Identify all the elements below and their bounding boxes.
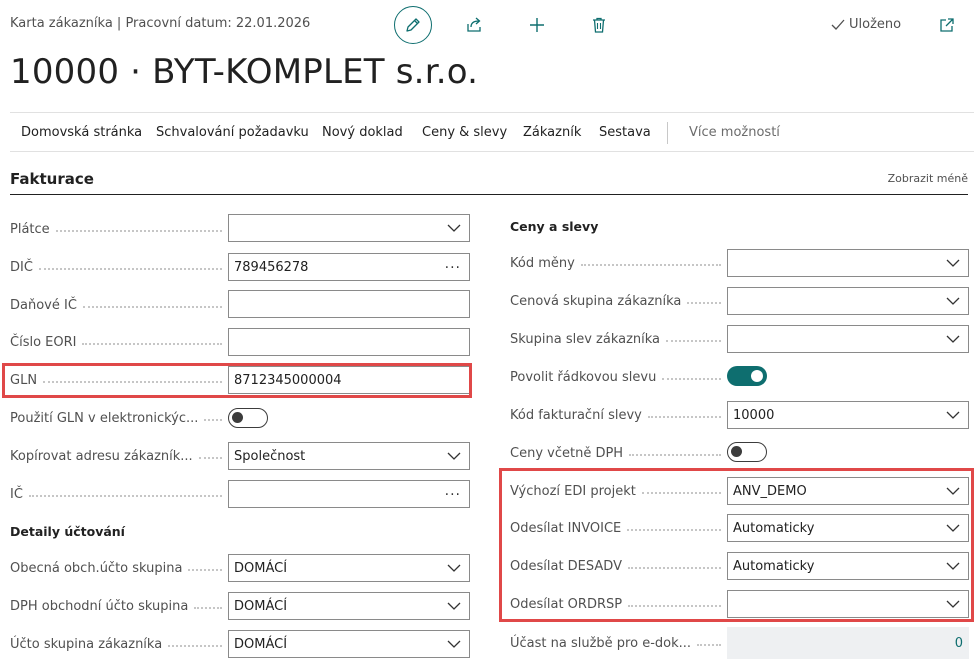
field-label-edi-project: Výchozí EDI projekt — [510, 481, 725, 501]
field-label-discount-group: Skupina slev zákazníka — [510, 329, 725, 349]
copy-address-dropdown[interactable]: Společnost — [228, 442, 470, 470]
action-prices-discounts[interactable]: Ceny & slevy — [422, 125, 507, 140]
reg-no-field[interactable]: ··· — [228, 480, 470, 508]
chevron-down-icon — [447, 640, 461, 648]
discount-group-dropdown[interactable] — [727, 325, 969, 353]
gen-bus-posting-dropdown[interactable]: DOMÁCÍ — [228, 554, 470, 582]
edi-project-value: ANV_DEMO — [733, 483, 807, 499]
plus-icon — [530, 18, 544, 32]
send-ordrsp-dropdown[interactable] — [727, 590, 969, 618]
saved-label: Uloženo — [849, 17, 902, 32]
page-title: 10000 · BYT-KOMPLET s.r.o. — [10, 52, 479, 92]
action-more-options[interactable]: Více možností — [689, 125, 780, 140]
posting-details-title: Detaily účtování — [10, 524, 125, 539]
field-label-send-ordrsp: Odesílat ORDRSP — [510, 594, 725, 614]
action-bar: Domovská stránka Schvalování požadavku N… — [10, 112, 974, 152]
pencil-icon — [406, 18, 420, 32]
eori-field[interactable] — [228, 328, 470, 356]
chevron-down-icon — [946, 562, 960, 570]
field-label-use-gln: Použití GLN v elektronickýc... — [10, 408, 226, 428]
send-invoice-dropdown[interactable]: Automaticky — [727, 514, 969, 542]
send-desadv-value: Automaticky — [733, 558, 815, 574]
action-new-document[interactable]: Nový doklad — [322, 125, 403, 140]
chevron-down-icon — [946, 335, 960, 343]
trash-icon — [593, 17, 605, 33]
vat-bus-posting-dropdown[interactable]: DOMÁCÍ — [228, 592, 470, 620]
action-approval-request[interactable]: Schvalování požadavku — [156, 125, 309, 140]
page-caption: Karta zákazníka | Pracovní datum: 22.01.… — [10, 16, 311, 31]
check-icon — [831, 19, 845, 30]
field-label-reg-no: IČ — [10, 484, 226, 504]
field-label-currency: Kód měny — [510, 253, 725, 273]
action-separator — [667, 122, 668, 144]
open-in-new-window-icon — [940, 18, 954, 32]
more-icon[interactable]: ··· — [445, 487, 461, 503]
chevron-down-icon — [447, 224, 461, 232]
field-label-send-invoice: Odesílat INVOICE — [510, 518, 725, 538]
field-label-send-desadv: Odesílat DESADV — [510, 556, 725, 576]
gen-bus-posting-value: DOMÁCÍ — [234, 560, 288, 576]
gln-field[interactable]: 8712345000004 — [228, 366, 470, 394]
share-icon — [467, 17, 481, 32]
customer-posting-dropdown[interactable]: DOMÁCÍ — [228, 630, 470, 658]
chevron-down-icon — [447, 602, 461, 610]
action-home[interactable]: Domovská stránka — [21, 125, 142, 140]
share-button[interactable] — [462, 13, 486, 37]
tax-id-field[interactable] — [228, 290, 470, 318]
line-discount-toggle[interactable] — [727, 366, 767, 386]
section-divider — [10, 194, 968, 195]
chevron-down-icon — [946, 600, 960, 608]
field-label-tax-id: Daňové IČ — [10, 295, 226, 315]
saved-status: Uloženo — [831, 17, 901, 32]
field-label-line-discount: Povolit řádkovou slevu — [510, 367, 725, 387]
einvoice-participation-value[interactable]: 0 — [727, 627, 969, 659]
invoice-discount-value: 10000 — [733, 407, 775, 423]
customer-posting-value: DOMÁCÍ — [234, 636, 288, 652]
invoice-discount-dropdown[interactable]: 10000 — [727, 401, 969, 429]
copy-address-value: Společnost — [234, 448, 306, 464]
vat-id-value: 789456278 — [234, 259, 309, 275]
chevron-down-icon — [946, 297, 960, 305]
chevron-down-icon — [946, 524, 960, 532]
action-report[interactable]: Sestava — [599, 125, 651, 140]
chevron-down-icon — [946, 259, 960, 267]
vat-bus-posting-value: DOMÁCÍ — [234, 598, 288, 614]
chevron-down-icon — [946, 487, 960, 495]
field-label-customer-posting: Účto skupina zákazníka — [10, 634, 226, 654]
field-label-copy-address: Kopírovat adresu zákazník... — [10, 446, 226, 466]
currency-dropdown[interactable] — [727, 249, 969, 277]
top-bar: Karta zákazníka | Pracovní datum: 22.01.… — [0, 0, 974, 50]
show-less-link[interactable]: Zobrazit méně — [888, 172, 968, 185]
chevron-down-icon — [447, 564, 461, 572]
edi-project-dropdown[interactable]: ANV_DEMO — [727, 477, 969, 505]
field-label-einvoice-participation: Účast na službě pro e-dok... — [510, 633, 725, 653]
section-title: Fakturace — [10, 170, 94, 188]
prices-discounts-title: Ceny a slevy — [510, 219, 599, 234]
chevron-down-icon — [946, 411, 960, 419]
prices-incl-vat-toggle[interactable] — [727, 442, 767, 462]
field-label-price-group: Cenová skupina zákazníka — [510, 291, 725, 311]
payer-dropdown[interactable] — [228, 214, 470, 242]
more-icon[interactable]: ··· — [445, 260, 461, 276]
open-new-window-button[interactable] — [936, 14, 958, 36]
field-label-eori: Číslo EORI — [10, 332, 226, 352]
gln-value: 8712345000004 — [234, 372, 342, 388]
use-gln-toggle[interactable] — [228, 408, 268, 428]
price-group-dropdown[interactable] — [727, 287, 969, 315]
field-label-gln: GLN — [10, 370, 226, 390]
action-customer[interactable]: Zákazník — [523, 125, 581, 140]
field-label-payer: Plátce — [10, 219, 226, 239]
add-button[interactable] — [525, 13, 549, 37]
send-desadv-dropdown[interactable]: Automaticky — [727, 552, 969, 580]
vat-id-field[interactable]: 789456278 ··· — [228, 253, 470, 281]
edit-button[interactable] — [394, 6, 432, 44]
field-label-prices-incl-vat: Ceny včetně DPH — [510, 443, 725, 463]
field-label-vat-id: DIČ — [10, 257, 226, 277]
delete-button[interactable] — [587, 13, 611, 37]
chevron-down-icon — [447, 452, 461, 460]
field-label-invoice-discount: Kód fakturační slevy — [510, 405, 725, 425]
send-invoice-value: Automaticky — [733, 520, 815, 536]
field-label-vat-bus-posting: DPH obchodní účto skupina — [10, 596, 226, 616]
field-label-gen-bus-posting: Obecná obch.účto skupina — [10, 558, 226, 578]
